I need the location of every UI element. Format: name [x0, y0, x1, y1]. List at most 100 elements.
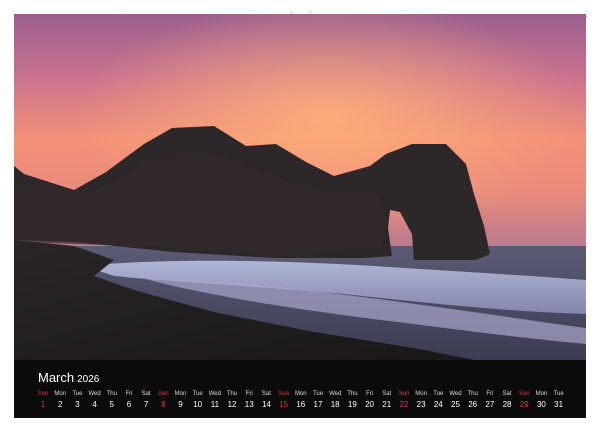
day-cell: Tue 3 — [69, 390, 85, 411]
day-number: 12 — [227, 400, 237, 409]
month-label: March — [38, 370, 75, 385]
weekday-label: Thu — [106, 391, 117, 397]
day-number: 8 — [161, 400, 166, 409]
day-cell: Tue 24 — [430, 390, 446, 411]
day-number: 4 — [92, 400, 97, 409]
day-cell: Sun 8 — [155, 390, 171, 411]
day-cell: Fri 13 — [241, 390, 257, 411]
day-cell: Fri 20 — [362, 390, 378, 411]
weekday-label: Tue — [553, 391, 564, 397]
day-number: 23 — [416, 400, 426, 409]
day-number: 16 — [296, 400, 306, 409]
day-number: 24 — [433, 400, 443, 409]
day-cell: Sun 29 — [516, 390, 532, 411]
weekday-label: Fri — [366, 391, 374, 397]
weekday-label: Sun — [518, 391, 530, 397]
weekday-label: Sat — [261, 391, 271, 397]
weekday-label: Sun — [398, 391, 410, 397]
day-number: 29 — [519, 400, 529, 409]
day-number: 17 — [313, 400, 323, 409]
day-strip: Sun 1 Mon 2 Tue 3 Wed 4 Thu 5 Fri 6 Sat 7 Sun 8 Mon 9 Tue 1… — [35, 390, 567, 411]
day-cell: Sun 1 — [35, 390, 51, 411]
weekday-label: Tue — [433, 391, 444, 397]
day-cell: Sat 14 — [258, 390, 274, 411]
day-cell: Fri 6 — [121, 390, 137, 411]
day-cell: Wed 25 — [448, 390, 464, 411]
weekday-label: Mon — [535, 391, 548, 397]
day-cell: Sat 28 — [499, 390, 515, 411]
day-number: 25 — [451, 400, 460, 409]
day-cell: Sat 7 — [138, 390, 154, 411]
day-cell: Mon 23 — [413, 390, 429, 411]
weekday-label: Sun — [37, 391, 49, 397]
weekday-label: Wed — [329, 391, 342, 397]
day-number: 19 — [347, 400, 357, 409]
day-cell: Tue 31 — [551, 390, 567, 411]
day-number: 5 — [109, 400, 114, 409]
day-number: 2 — [57, 400, 63, 409]
weekday-label: Thu — [226, 391, 238, 397]
weekday-label: Mon — [174, 391, 187, 397]
weekday-label: Tue — [312, 391, 324, 397]
arch-sunset-image — [14, 14, 586, 360]
day-number: 10 — [193, 400, 203, 409]
day-number: 7 — [143, 400, 149, 409]
day-cell: Mon 9 — [173, 390, 189, 411]
day-cell: Mon 2 — [52, 390, 68, 411]
weekday-label: Mon — [294, 391, 307, 397]
day-number: 22 — [399, 400, 409, 409]
weekday-label: Mon — [54, 391, 67, 397]
calendar-title: March 2026 — [38, 370, 99, 385]
day-cell: Wed 18 — [327, 390, 343, 411]
day-cell: Sat 21 — [379, 390, 395, 411]
day-cell: Wed 11 — [207, 390, 223, 411]
day-cell: Fri 27 — [482, 390, 498, 411]
day-number: 20 — [365, 400, 375, 409]
day-number: 13 — [244, 400, 254, 409]
day-cell: Thu 5 — [104, 390, 120, 411]
day-number: 26 — [468, 400, 478, 409]
weekday-label: Thu — [467, 391, 478, 397]
day-number: 11 — [210, 400, 220, 409]
day-number: 1 — [40, 400, 46, 409]
weekday-label: Fri — [125, 391, 133, 397]
day-number: 28 — [502, 400, 512, 409]
day-cell: Thu 12 — [224, 390, 240, 411]
day-cell: Thu 19 — [344, 390, 360, 411]
year-label: 2026 — [77, 374, 100, 385]
day-cell: Sun 22 — [396, 390, 412, 411]
weekday-label: Sun — [157, 391, 169, 397]
day-number: 27 — [485, 400, 495, 409]
day-number: 15 — [279, 400, 289, 409]
weekday-label: Sat — [502, 391, 512, 397]
weekday-label: Thu — [347, 391, 358, 397]
day-number: 18 — [330, 400, 340, 409]
day-cell: Tue 10 — [190, 390, 206, 411]
day-number: 31 — [554, 400, 564, 409]
weekday-label: Wed — [208, 391, 221, 397]
weekday-label: Wed — [88, 391, 101, 397]
day-number: 21 — [382, 400, 392, 409]
day-number: 6 — [126, 400, 132, 409]
day-cell: Mon 16 — [293, 390, 309, 411]
weekday-label: Tue — [72, 391, 83, 397]
calendar-bar: March 2026 Sun 1 Mon 2 Tue 3 Wed 4 Thu 5 Fri 6 Sat 7 Su… — [14, 360, 586, 418]
day-number: 9 — [178, 400, 183, 409]
day-cell: Mon 30 — [533, 390, 549, 411]
weekday-label: Fri — [245, 391, 253, 397]
weekday-label: Fri — [486, 391, 494, 397]
day-cell: Tue 17 — [310, 390, 326, 411]
day-cell: Thu 26 — [465, 390, 481, 411]
weekday-label: Mon — [415, 391, 427, 397]
weekday-label: Wed — [449, 391, 462, 397]
day-number: 14 — [261, 400, 271, 409]
weekday-label: Sat — [382, 391, 392, 397]
day-cell: Wed 4 — [87, 390, 103, 411]
weekday-label: Sun — [278, 391, 289, 397]
landscape-photo — [14, 14, 586, 360]
day-number: 30 — [536, 400, 546, 409]
weekday-label: Tue — [192, 391, 203, 397]
day-number: 3 — [75, 400, 80, 409]
day-cell: Sun 15 — [276, 390, 292, 411]
weekday-label: Sat — [141, 391, 151, 397]
